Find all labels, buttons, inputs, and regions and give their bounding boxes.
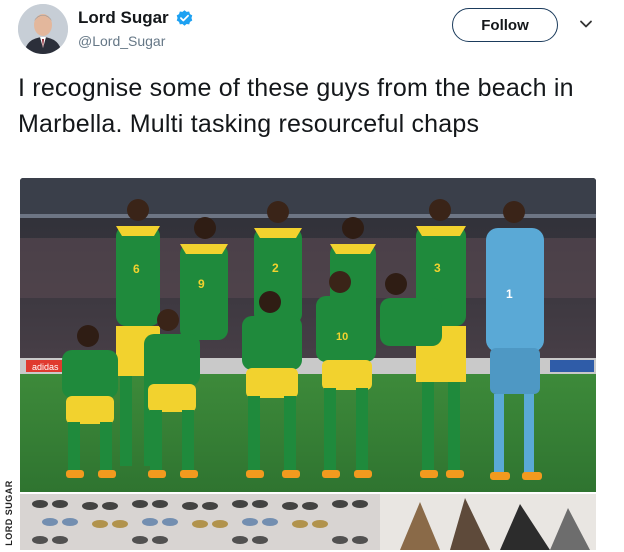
jersey-number: 1 [506,287,513,301]
author-name[interactable]: Lord Sugar [78,8,169,28]
sunglasses-photo[interactable] [20,494,596,550]
avatar-portrait [18,4,68,54]
board-text: adidas [32,362,59,372]
jersey-number: 9 [198,277,205,291]
tweet-text: I recognise some of these guys from the … [18,74,574,138]
follow-button[interactable]: Follow [452,8,558,42]
jersey-number: 6 [133,262,140,276]
team-photo-image: adidas 6 9 2 3 1 10 [20,178,596,492]
author-row: Lord Sugar [78,8,194,28]
author-handle[interactable]: @Lord_Sugar [78,33,165,49]
watermark: LORD SUGAR [4,480,14,546]
sunglasses-stall-image [20,494,596,550]
chevron-down-icon[interactable] [578,16,594,32]
jersey-number: 2 [272,261,279,275]
team-photo[interactable]: adidas 6 9 2 3 1 10 [20,178,596,492]
jersey-number: 3 [434,261,441,275]
jersey-number: 10 [336,331,348,343]
verified-badge-icon [176,9,192,26]
avatar[interactable] [18,4,68,54]
